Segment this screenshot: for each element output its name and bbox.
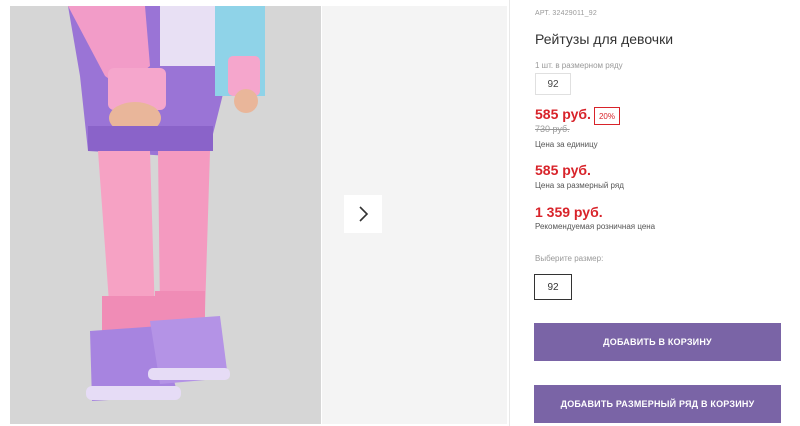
pack-label: 1 шт. в размерном ряду xyxy=(535,61,623,70)
old-price: 730 руб. xyxy=(535,124,570,134)
product-title: Рейтузы для девочки xyxy=(535,31,674,47)
size-option-92[interactable]: 92 xyxy=(534,274,572,300)
pack-price: 585 руб. xyxy=(535,162,591,178)
discount-badge: 20% xyxy=(594,107,620,125)
pack-price-caption: Цена за размерный ряд xyxy=(535,181,624,190)
retail-price-caption: Рекомендуемая розничная цена xyxy=(535,222,656,231)
product-photo-illustration xyxy=(10,6,321,424)
add-pack-to-cart-button[interactable]: Добавить размерный ряд в корзину xyxy=(534,385,781,423)
retail-price: 1 359 руб. xyxy=(535,204,603,220)
product-sku: АРТ. 32429011_92 xyxy=(535,10,597,17)
size-select-label: Выберите размер: xyxy=(535,254,604,263)
pack-size-box: 92 xyxy=(535,73,571,95)
add-to-cart-button[interactable]: Добавить в корзину xyxy=(534,323,781,361)
unit-price: 585 руб. xyxy=(535,106,591,122)
panel-divider xyxy=(509,0,510,426)
product-photo[interactable] xyxy=(10,6,321,424)
gallery-next-button[interactable] xyxy=(344,195,382,233)
unit-price-caption: Цена за единицу xyxy=(535,140,598,149)
chevron-right-icon xyxy=(359,206,369,222)
